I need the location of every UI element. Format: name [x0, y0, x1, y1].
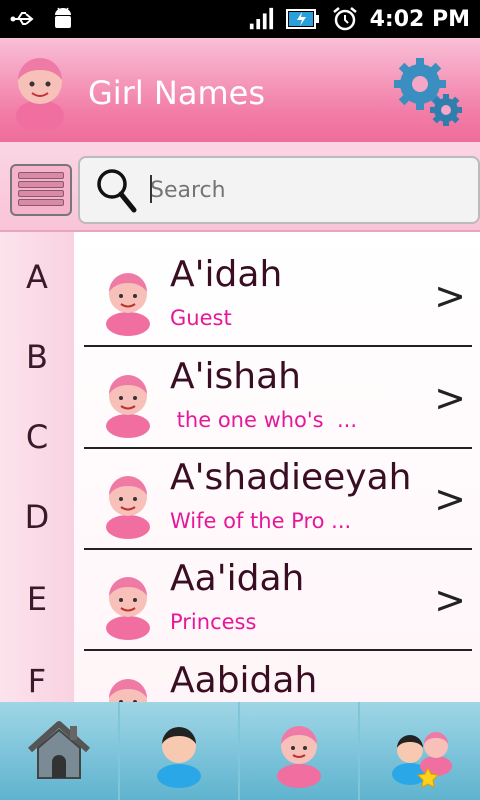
name-title: A'idah	[170, 254, 283, 295]
search-icon	[94, 166, 138, 214]
index-letter-d[interactable]: D	[0, 498, 74, 536]
index-letter-b[interactable]: B	[0, 338, 74, 376]
name-meaning: the one who's ...	[170, 408, 357, 432]
alphabet-index[interactable]: A B C D E F	[0, 232, 74, 702]
bottom-tab-bar	[0, 702, 480, 800]
settings-gears-icon[interactable]	[390, 54, 466, 130]
search-bar	[0, 142, 480, 232]
list-item[interactable]: Aa'idah Princess >	[84, 548, 472, 651]
list-item[interactable]: Aabidah	[84, 650, 472, 702]
list-item[interactable]: A'ishah the one who's ... >	[84, 346, 472, 449]
name-title: A'ishah	[170, 356, 301, 397]
index-letter-a[interactable]: A	[0, 258, 74, 296]
list-item[interactable]: A'idah Guest >	[84, 244, 472, 347]
chevron-right-icon: >	[434, 274, 466, 318]
index-letter-c[interactable]: C	[0, 418, 74, 456]
girl-avatar-icon	[102, 570, 154, 640]
list-item[interactable]: A'shadieeyah Wife of the Pro ... >	[84, 447, 472, 550]
signal-icon	[248, 6, 274, 32]
name-title: Aa'idah	[170, 558, 305, 599]
name-meaning: Wife of the Pro ...	[170, 509, 352, 533]
page-title: Girl Names	[88, 74, 265, 112]
name-title: Aabidah	[170, 660, 318, 701]
alarm-clock-icon	[332, 6, 358, 32]
girl-avatar-icon	[102, 672, 154, 702]
text-cursor	[150, 175, 152, 203]
girl-avatar-icon	[102, 368, 154, 438]
status-bar: 4:02 PM	[0, 0, 480, 38]
girl-avatar-icon	[102, 266, 154, 336]
names-list: A'idah Guest > A'ishah the one who's ...…	[74, 232, 480, 702]
android-debug-icon	[50, 6, 76, 32]
list-menu-button[interactable]	[10, 164, 72, 216]
search-input[interactable]	[148, 172, 452, 208]
chevron-right-icon: >	[434, 376, 466, 420]
chevron-right-icon: >	[434, 477, 466, 521]
search-box[interactable]	[78, 156, 480, 224]
usb-icon	[10, 6, 36, 32]
tab-home[interactable]	[0, 702, 120, 800]
tab-girl-names[interactable]	[240, 702, 360, 800]
name-meaning: Princess	[170, 610, 257, 634]
girl-avatar-icon	[10, 50, 70, 132]
index-letter-f[interactable]: F	[0, 662, 74, 700]
battery-charging-icon	[285, 6, 320, 32]
name-title: A'shadieeyah	[170, 457, 412, 498]
tab-boy-names[interactable]	[120, 702, 240, 800]
chevron-right-icon: >	[434, 578, 466, 622]
tab-favorites[interactable]	[360, 702, 478, 800]
status-time: 4:02 PM	[369, 6, 470, 32]
app-header: Girl Names	[0, 38, 480, 142]
index-letter-e[interactable]: E	[0, 580, 74, 618]
name-meaning: Guest	[170, 306, 232, 330]
girl-avatar-icon	[102, 469, 154, 539]
